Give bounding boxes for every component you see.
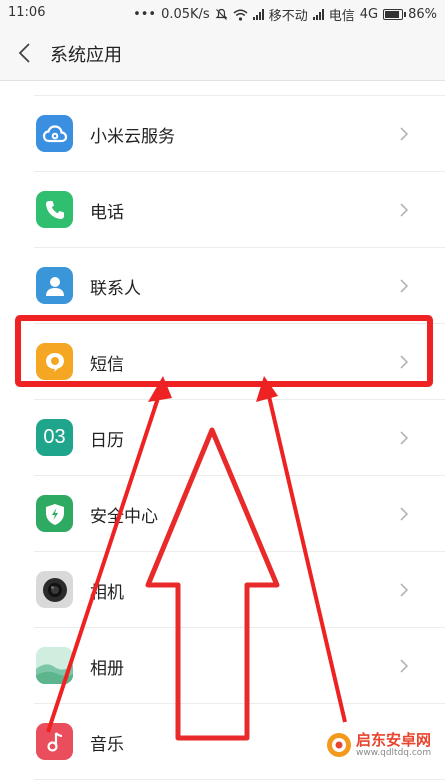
status-carrier2: 电信 (328, 9, 355, 24)
calendar-glyph: 03 (43, 426, 66, 448)
list-item-label: 相机 (90, 583, 124, 603)
status-dots: ••• (133, 7, 157, 22)
message-icon (36, 343, 73, 380)
list-item-label: 联系人 (90, 279, 141, 299)
music-icon (36, 723, 73, 760)
list-item-label: 短信 (90, 355, 124, 375)
list-item-calendar[interactable]: 03 日历 (34, 400, 445, 476)
chevron-right-icon (400, 127, 409, 141)
chevron-right-icon (400, 659, 409, 673)
list-item-phone[interactable]: 电话 (34, 172, 445, 248)
signal-icon-2 (312, 9, 324, 20)
contact-icon (36, 267, 73, 304)
list-top-divider (34, 81, 445, 96)
list-item-security[interactable]: 安全中心 (34, 476, 445, 552)
status-network: 4G (359, 7, 379, 22)
list-item-label: 音乐 (90, 735, 124, 755)
chevron-right-icon (400, 583, 409, 597)
list-item-gallery[interactable]: 相册 (34, 628, 445, 704)
calendar-icon: 03 (36, 419, 73, 456)
watermark: 启东安卓网 www.qdltdq.com (322, 730, 436, 760)
list-item-label: 日历 (90, 431, 124, 451)
status-right: ••• 0.05K/s 移不动 电信 4G 86% (133, 5, 437, 24)
signal-icon (252, 9, 264, 20)
status-speed: 0.05K/s (161, 7, 210, 22)
silent-bell-icon (215, 8, 228, 20)
chevron-right-icon (400, 431, 409, 445)
chevron-right-icon (400, 507, 409, 521)
status-time: 11:06 (8, 5, 46, 20)
list-item-camera[interactable]: 相机 (34, 552, 445, 628)
battery-icon (383, 9, 407, 20)
app-list: 小米云服务 电话 联系人 短信 03 日历 安全中心 相机 相册 音乐 (0, 81, 445, 780)
phone-icon (36, 191, 73, 228)
list-item-label: 相册 (90, 659, 124, 679)
chevron-right-icon (400, 203, 409, 217)
list-item-contacts[interactable]: 联系人 (34, 248, 445, 324)
status-bar: 11:06 ••• 0.05K/s 移不动 电信 4G 86% (0, 0, 445, 26)
watermark-text: 启东安卓网 (356, 731, 432, 749)
shield-icon (36, 495, 73, 532)
list-item-label: 小米云服务 (90, 127, 175, 147)
header: 系统应用 (0, 26, 445, 81)
watermark-url: www.qdltdq.com (356, 748, 432, 758)
watermark-logo-icon (327, 733, 351, 757)
chevron-right-icon (400, 355, 409, 369)
list-item-messages[interactable]: 短信 (34, 324, 445, 400)
status-carrier1: 移不动 (268, 9, 308, 24)
list-item-mi-cloud[interactable]: 小米云服务 (34, 96, 445, 172)
list-item-label: 安全中心 (90, 507, 158, 527)
back-arrow-icon[interactable] (14, 40, 38, 66)
wifi-icon (233, 9, 248, 21)
status-battery: 86% (408, 7, 437, 22)
camera-icon (36, 571, 73, 608)
list-item-label: 电话 (90, 203, 124, 223)
page-title: 系统应用 (50, 45, 122, 66)
gallery-icon (36, 647, 73, 684)
chevron-right-icon (400, 279, 409, 293)
cloud-icon (36, 115, 73, 152)
